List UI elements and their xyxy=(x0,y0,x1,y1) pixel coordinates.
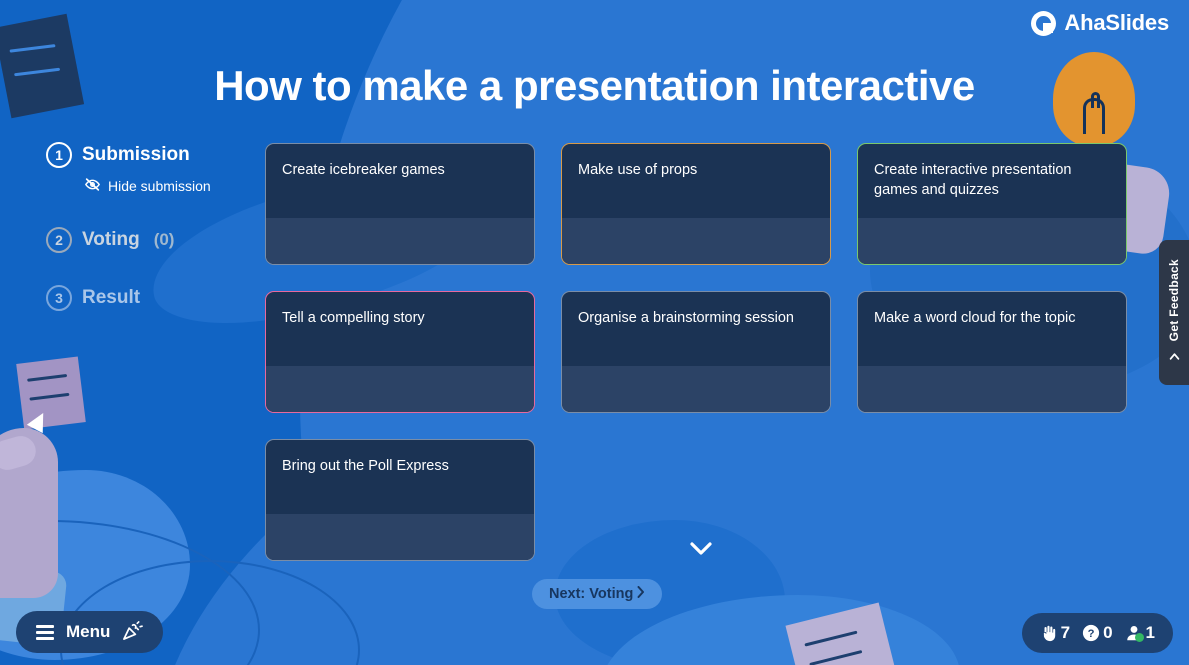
chevron-left-icon xyxy=(1169,348,1180,366)
answer-card-text: Organise a brainstorming session xyxy=(578,310,794,326)
answers-grid: Create icebreaker games Make use of prop… xyxy=(265,143,1135,561)
answer-card[interactable]: Organise a brainstorming session xyxy=(561,291,831,413)
answer-card-text: Create interactive presentation games an… xyxy=(874,162,1072,198)
answer-card-footer xyxy=(858,218,1126,264)
answer-card-text: Make use of props xyxy=(578,162,698,178)
eye-off-icon xyxy=(84,177,101,195)
online-status-dot xyxy=(1134,633,1144,642)
stat-questions-value: 0 xyxy=(1103,623,1113,642)
question-circle-icon: ? xyxy=(1082,624,1100,642)
step-number-1: 1 xyxy=(46,142,72,168)
step-label-voting: Voting xyxy=(82,229,140,250)
get-feedback-tab[interactable]: Get Feedback xyxy=(1159,240,1189,385)
chevron-right-icon xyxy=(637,586,645,602)
hide-submission-label: Hide submission xyxy=(108,178,211,194)
stat-raised-hands-value: 7 xyxy=(1060,623,1071,642)
answer-card-footer xyxy=(266,514,534,560)
presentation-slide: AhaSlides How to make a presentation int… xyxy=(0,0,1189,665)
stat-participants-value: 1 xyxy=(1145,623,1155,642)
menu-button[interactable]: Menu xyxy=(16,611,164,653)
raised-hand-icon xyxy=(1040,624,1058,642)
logo-text: AhaSlides xyxy=(1064,10,1169,35)
next-voting-button[interactable]: Next: Voting xyxy=(532,579,663,609)
stat-raised-hands[interactable]: 7 xyxy=(1040,623,1070,643)
answer-card-footer xyxy=(858,366,1126,412)
get-feedback-label: Get Feedback xyxy=(1167,259,1181,342)
answer-card-text: Make a word cloud for the topic xyxy=(874,310,1076,326)
stats-bar: 7 ? 0 1 xyxy=(1021,613,1173,653)
person-icon xyxy=(1125,624,1144,642)
step-number-3: 3 xyxy=(46,285,72,311)
party-popper-icon[interactable] xyxy=(122,620,144,644)
answer-card[interactable]: Make use of props xyxy=(561,143,831,265)
ahaslides-circle-icon xyxy=(1031,10,1057,36)
page-title: How to make a presentation interactive xyxy=(214,62,975,109)
answer-card-text: Bring out the Poll Express xyxy=(282,458,449,474)
answer-card[interactable]: Bring out the Poll Express xyxy=(265,439,535,561)
answer-card-text: Create icebreaker games xyxy=(282,162,445,178)
sidebar-item-submission[interactable]: 1 Submission xyxy=(46,142,261,168)
step-label-result: Result xyxy=(82,287,141,308)
svg-text:?: ? xyxy=(1088,628,1095,640)
note-illustration-bottom-right xyxy=(785,602,897,665)
answer-card[interactable]: Create interactive presentation games an… xyxy=(857,143,1127,265)
chevron-down-icon[interactable] xyxy=(689,540,713,558)
answer-card[interactable]: Create icebreaker games xyxy=(265,143,535,265)
hamburger-icon xyxy=(36,624,54,640)
voting-count: (0) xyxy=(153,230,175,249)
answer-card-footer xyxy=(562,218,830,264)
answer-card[interactable]: Make a word cloud for the topic xyxy=(857,291,1127,413)
ahaslides-logo: AhaSlides xyxy=(1031,10,1169,36)
stat-questions[interactable]: ? 0 xyxy=(1082,623,1113,643)
answer-card-footer xyxy=(562,366,830,412)
sticky-note-illustration xyxy=(16,356,86,430)
sidebar-item-result[interactable]: 3 Result xyxy=(46,285,261,311)
menu-label: Menu xyxy=(66,622,111,641)
step-number-2: 2 xyxy=(46,227,72,253)
answer-card[interactable]: Tell a compelling story xyxy=(265,291,535,413)
hand-pen-illustration xyxy=(0,350,122,650)
sidebar-item-voting[interactable]: 2 Voting (0) xyxy=(46,227,261,253)
steps-nav: 1 Submission Hide submission 2 Voting (0… xyxy=(46,142,261,311)
stat-participants[interactable]: 1 xyxy=(1125,623,1155,643)
answer-card-footer xyxy=(266,218,534,264)
answer-card-text: Tell a compelling story xyxy=(282,310,425,326)
step-label-submission: Submission xyxy=(82,144,190,165)
hide-submission-toggle[interactable]: Hide submission xyxy=(84,177,261,195)
answer-card-footer xyxy=(266,366,534,412)
next-voting-label: Next: Voting xyxy=(549,586,634,602)
